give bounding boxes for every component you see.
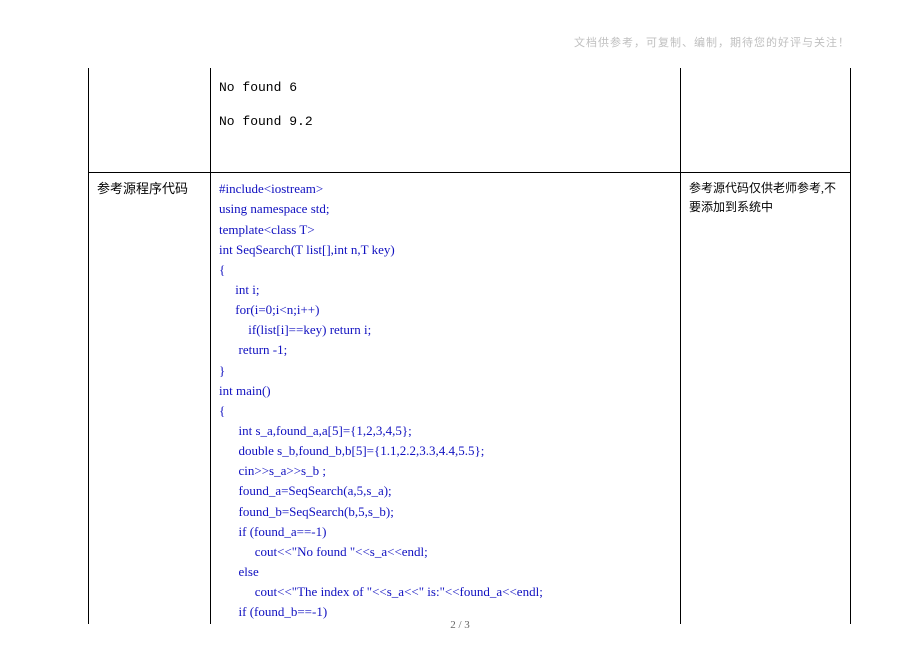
code-line: cout<<"The index of "<<s_a<<" is:"<<foun… bbox=[219, 582, 672, 602]
output-line: No found 9.2 bbox=[219, 112, 672, 132]
code-line: if (found_a==-1) bbox=[219, 522, 672, 542]
code-line: found_b=SeqSearch(b,5,s_b); bbox=[219, 502, 672, 522]
code-line: int i; bbox=[219, 280, 672, 300]
code-line: int SeqSearch(T list[],int n,T key) bbox=[219, 240, 672, 260]
row-note-cell: 参考源代码仅供老师参考,不要添加到系统中 bbox=[681, 173, 851, 625]
code-line: cout<<"No found "<<s_a<<endl; bbox=[219, 542, 672, 562]
code-line: int main() bbox=[219, 381, 672, 401]
row-label-cell bbox=[89, 68, 211, 173]
table-row: 参考源程序代码 #include<iostream> using namespa… bbox=[89, 173, 851, 625]
code-line: using namespace std; bbox=[219, 199, 672, 219]
code-line: { bbox=[219, 260, 672, 280]
code-line: for(i=0;i<n;i++) bbox=[219, 300, 672, 320]
row-output-cell: No found 6 No found 9.2 bbox=[211, 68, 681, 173]
row-label-cell: 参考源程序代码 bbox=[89, 173, 211, 625]
page-number: 2 / 3 bbox=[0, 619, 920, 631]
code-line: return -1; bbox=[219, 340, 672, 360]
header-note: 文档供参考，可复制、编制，期待您的好评与关注！ bbox=[574, 34, 850, 50]
output-line: No found 6 bbox=[219, 78, 672, 98]
table-row: No found 6 No found 9.2 bbox=[89, 68, 851, 173]
code-line: int s_a,found_a,a[5]={1,2,3,4,5}; bbox=[219, 421, 672, 441]
code-line: { bbox=[219, 401, 672, 421]
code-line: found_a=SeqSearch(a,5,s_a); bbox=[219, 481, 672, 501]
source-code-cell: #include<iostream> using namespace std; … bbox=[211, 173, 681, 625]
code-line: #include<iostream> bbox=[219, 179, 672, 199]
code-line: cin>>s_a>>s_b ; bbox=[219, 461, 672, 481]
code-line: double s_b,found_b,b[5]={1.1,2.2,3.3,4.4… bbox=[219, 441, 672, 461]
code-line: else bbox=[219, 562, 672, 582]
row-note-cell bbox=[681, 68, 851, 173]
code-line: template<class T> bbox=[219, 220, 672, 240]
document-table: No found 6 No found 9.2 参考源程序代码 #include… bbox=[88, 68, 851, 624]
code-line: } bbox=[219, 361, 672, 381]
code-line: if(list[i]==key) return i; bbox=[219, 320, 672, 340]
